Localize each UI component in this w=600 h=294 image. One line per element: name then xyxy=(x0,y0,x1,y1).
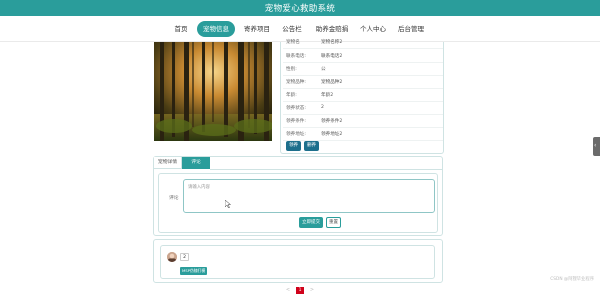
info-label: 领养地址: xyxy=(286,132,306,137)
comment-label: 评论 xyxy=(169,196,179,201)
comment-form: 评论 请输入内容 立即提交 重置 xyxy=(158,173,438,233)
nav-item-foster[interactable]: 寄养项目 xyxy=(240,21,274,37)
info-row: 领养地址: 领养地址2 xyxy=(283,128,443,141)
info-row: 联系电话: 联系电话2 xyxy=(283,50,443,63)
review-list: 2 MSP伪随打模 xyxy=(153,239,443,283)
info-label: 领养状态: xyxy=(286,106,306,111)
tab-pet-detail[interactable]: 宠物详情 xyxy=(154,157,182,169)
delete-button[interactable]: 删养 xyxy=(304,141,319,151)
review-content: MSP伪随打模 xyxy=(180,267,208,275)
pet-info-panel: 宠物名 宠物名称2 联系电话: 联系电话2 性别: 公 宠物品种: 宠物品种2 … xyxy=(280,40,444,154)
detail-tabs: 宠物详情 评论 评论 请输入内容 立即提交 重置 xyxy=(153,156,443,236)
info-row: 领养条件: 领养条件2 xyxy=(283,115,443,128)
adopt-button[interactable]: 领养 xyxy=(286,141,301,151)
comment-input[interactable]: 请输入内容 xyxy=(183,179,435,213)
info-value: 宠物名称2 xyxy=(321,40,343,45)
info-row: 领养状态: 2 xyxy=(283,102,443,115)
info-label: 年龄: xyxy=(286,93,297,98)
info-value: 2 xyxy=(321,105,324,110)
site-title: 宠物爱心救助系统 xyxy=(264,4,336,14)
nav-item-personal[interactable]: 个人中心 xyxy=(356,21,390,37)
watermark: CSDN @阿狸毕业程序 xyxy=(550,277,594,282)
info-row: 性别: 公 xyxy=(283,63,443,76)
current-page[interactable]: 1 xyxy=(296,287,304,294)
nav-item-notice[interactable]: 公告栏 xyxy=(278,21,306,37)
nav-item-donation[interactable]: 助养金赔捐 xyxy=(312,21,352,37)
tab-comment[interactable]: 评论 xyxy=(182,157,210,169)
info-value: 公 xyxy=(321,67,326,72)
mouse-cursor-icon xyxy=(225,200,231,208)
comment-placeholder: 请输入内容 xyxy=(188,185,210,190)
nav-item-pet-info[interactable]: 宠物信息 xyxy=(197,21,235,37)
info-row: 宠物名 宠物名称2 xyxy=(283,36,443,49)
info-value: 领养条件2 xyxy=(321,119,343,124)
next-page-button[interactable]: > xyxy=(308,287,316,294)
nav-item-admin[interactable]: 后台管理 xyxy=(394,21,428,37)
info-value: 宠物品种2 xyxy=(321,80,343,85)
review-username: 2 xyxy=(180,253,189,261)
side-panel-toggle[interactable]: ‹ xyxy=(593,137,600,156)
pagination: < 1 > xyxy=(0,287,600,294)
chevron-left-icon: ‹ xyxy=(594,142,597,149)
submit-button[interactable]: 立即提交 xyxy=(299,217,323,228)
info-label: 宠物名 xyxy=(286,40,300,45)
info-label: 联系电话: xyxy=(286,54,306,59)
info-label: 宠物品种: xyxy=(286,80,306,85)
info-label: 领养条件: xyxy=(286,119,306,124)
info-label: 性别: xyxy=(286,67,297,72)
reset-button[interactable]: 重置 xyxy=(326,217,341,228)
tab-divider xyxy=(210,169,442,170)
avatar xyxy=(167,252,177,262)
top-header: 宠物爱心救助系统 xyxy=(0,0,600,16)
info-value: 领养地址2 xyxy=(321,132,343,137)
info-row: 宠物品种: 宠物品种2 xyxy=(283,76,443,89)
info-value: 联系电话2 xyxy=(321,54,343,59)
prev-page-button[interactable]: < xyxy=(284,287,292,294)
info-value: 年龄2 xyxy=(321,93,334,98)
pet-photo xyxy=(154,42,272,141)
info-row: 年龄: 年龄2 xyxy=(283,89,443,102)
nav-item-home[interactable]: 首页 xyxy=(167,21,195,37)
review-item: 2 MSP伪随打模 xyxy=(160,245,435,279)
